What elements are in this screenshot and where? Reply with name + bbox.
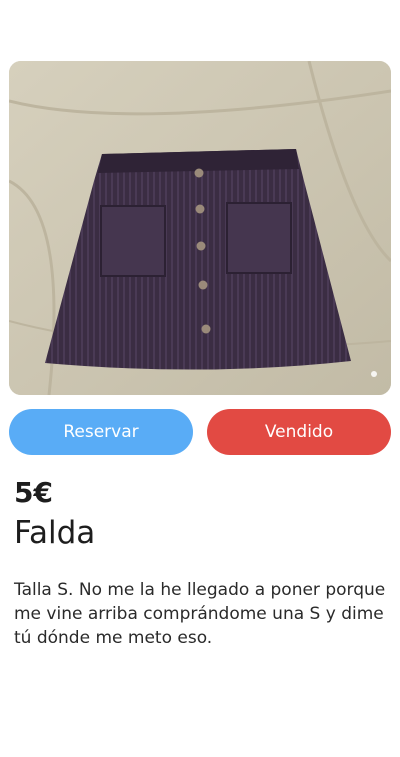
sold-button[interactable]: Vendido <box>207 409 391 455</box>
item-description: Talla S. No me la he llegado a poner por… <box>14 580 386 648</box>
item-photo[interactable] <box>9 61 391 395</box>
skirt-photo-image <box>9 61 391 395</box>
action-buttons: Reservar Vendido <box>9 409 391 455</box>
item-price: 5€ <box>14 476 53 509</box>
reserve-button[interactable]: Reservar <box>9 409 193 455</box>
item-title: Falda <box>14 515 96 551</box>
item-detail-page: Reservar Vendido 5€ Falda Talla S. No me… <box>0 0 400 757</box>
carousel-indicator[interactable] <box>371 371 377 377</box>
